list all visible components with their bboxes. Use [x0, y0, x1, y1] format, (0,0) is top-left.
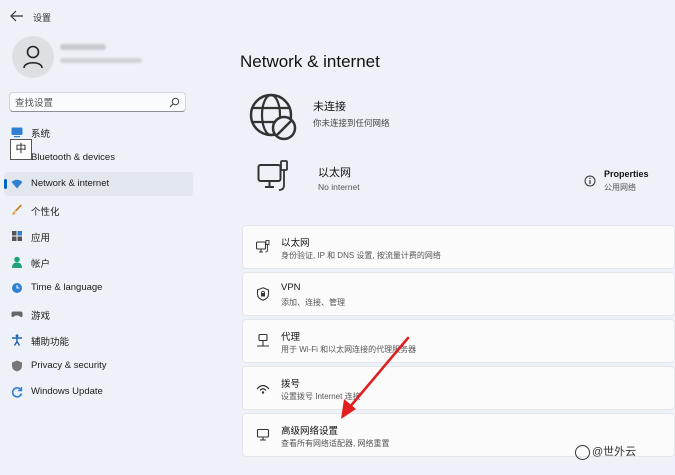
- sidebar-item-privacy-security[interactable]: Privacy & security: [4, 354, 193, 378]
- sidebar-item-label: 应用: [31, 233, 51, 244]
- globe-clock-icon: [12, 283, 22, 293]
- sidebar-item-accounts[interactable]: 帐户: [4, 250, 193, 274]
- update-icon: [11, 387, 23, 398]
- page-title: Network & internet: [240, 52, 380, 71]
- proxy-icon: [257, 334, 269, 347]
- card-vpn[interactable]: VPN 添加、连接、管理: [242, 272, 675, 316]
- user-name-blurred: [60, 44, 106, 50]
- sidebar-item-accessibility[interactable]: 辅助功能: [4, 328, 193, 352]
- sidebar-item-label: Privacy & security: [31, 360, 107, 371]
- gamepad-icon: [11, 311, 23, 318]
- card-subtitle: 用于 Wi-Fi 和以太网连接的代理服务器: [281, 345, 417, 354]
- search-input[interactable]: [10, 94, 160, 113]
- vpn-shield-icon: [256, 287, 270, 301]
- watermark-logo-icon: [575, 444, 590, 460]
- sidebar-item-system[interactable]: 系统: [4, 120, 193, 144]
- card-subtitle: 设置拨号 Internet 连接: [281, 392, 361, 401]
- sidebar-item-label: Bluetooth & devices: [31, 152, 115, 163]
- globe-disconnected-icon: [249, 93, 297, 141]
- sidebar-item-label: 辅助功能: [31, 337, 70, 348]
- sidebar-item-label: 帐户: [31, 259, 51, 270]
- sidebar-item-apps[interactable]: 应用: [4, 224, 193, 248]
- card-title: 高级网络设置: [281, 426, 339, 437]
- account-icon: [12, 256, 22, 268]
- card-subtitle: 添加、连接、管理: [281, 298, 345, 307]
- ime-indicator: 中: [10, 139, 32, 160]
- title-bar: 设置: [0, 0, 675, 32]
- ethernet-title: 以太网: [318, 167, 351, 179]
- accessibility-icon: [12, 334, 22, 346]
- ethernet-icon: [256, 240, 270, 253]
- sidebar-item-label: 个性化: [31, 207, 60, 218]
- card-title: VPN: [281, 282, 301, 293]
- dial-up-icon: [256, 384, 270, 394]
- search-icon[interactable]: [169, 97, 180, 108]
- app-title: 设置: [33, 13, 52, 23]
- card-dial-up[interactable]: 拨号 设置拨号 Internet 连接: [242, 366, 675, 410]
- watermark-text: @世外云: [592, 446, 637, 458]
- avatar[interactable]: [12, 36, 54, 78]
- card-subtitle: 查看所有网络适配器, 网络重置: [281, 439, 390, 448]
- sidebar-item-network[interactable]: Network & internet: [4, 172, 193, 196]
- sidebar-item-personalization[interactable]: 个性化: [4, 198, 193, 222]
- active-indicator: [4, 179, 7, 189]
- user-email-blurred: [60, 58, 142, 63]
- sidebar-item-label: Windows Update: [31, 386, 103, 397]
- sidebar-item-windows-update[interactable]: Windows Update: [4, 380, 193, 404]
- shield-icon: [12, 360, 22, 372]
- sidebar-item-label: Network & internet: [31, 178, 110, 189]
- back-arrow-icon[interactable]: [10, 10, 24, 22]
- connection-status-subtitle: 你未连接到任何网络: [313, 118, 390, 128]
- apps-icon: [12, 231, 22, 241]
- info-icon[interactable]: [584, 175, 596, 187]
- card-title: 拨号: [281, 379, 301, 390]
- sidebar-item-time-language[interactable]: Time & language: [4, 276, 193, 300]
- card-ethernet[interactable]: 以太网 身份验证, IP 和 DNS 设置, 按流量计费的网络: [242, 225, 675, 269]
- user-icon: [23, 45, 43, 69]
- card-subtitle: 身份验证, IP 和 DNS 设置, 按流量计费的网络: [281, 251, 441, 260]
- watermark: @世外云: [575, 443, 636, 460]
- sidebar-item-bluetooth[interactable]: Bluetooth & devices: [4, 146, 193, 170]
- properties-subtitle: 公用网络: [604, 183, 636, 192]
- card-title: 代理: [281, 332, 301, 343]
- properties-link[interactable]: Properties: [604, 169, 649, 179]
- connection-status-title: 未连接: [313, 101, 346, 113]
- search-box[interactable]: [9, 92, 186, 113]
- monitor-icon: [11, 127, 23, 138]
- brush-icon: [12, 204, 23, 215]
- wifi-icon: [11, 179, 23, 189]
- card-proxy[interactable]: 代理 用于 Wi-Fi 和以太网连接的代理服务器: [242, 319, 675, 363]
- sidebar-item-gaming[interactable]: 游戏: [4, 302, 193, 326]
- ethernet-monitor-icon: [257, 160, 288, 191]
- network-adapter-icon: [256, 428, 270, 441]
- sidebar-item-label: 系统: [31, 129, 51, 140]
- card-title: 以太网: [281, 238, 310, 249]
- ethernet-subtitle: No internet: [318, 182, 360, 192]
- sidebar-item-label: Time & language: [31, 282, 103, 293]
- sidebar-item-label: 游戏: [31, 311, 51, 322]
